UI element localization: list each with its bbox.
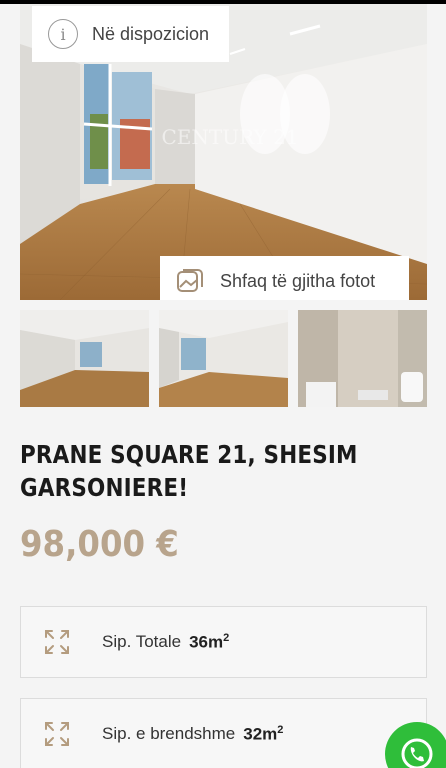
feature-label: Sip. e brendshme <box>102 724 236 743</box>
feature-value-unit: 2 <box>277 723 284 736</box>
watermark-logo: CENTURY 21 <box>161 125 298 149</box>
listing-title: PRANE SQUARE 21, SHESIM GARSONIERE! <box>20 438 364 504</box>
show-all-photos-button[interactable]: Shfaq të gjitha fotot <box>160 256 409 300</box>
feature-value: 36m2 <box>189 632 229 653</box>
listing-title-line-1: PRANE SQUARE 21, SHESIM <box>20 440 358 469</box>
feature-value-unit: 2 <box>223 631 230 644</box>
expand-arrows-icon <box>45 630 69 654</box>
thumbnail-3-image <box>298 310 427 407</box>
thumbnail-2[interactable] <box>159 310 288 407</box>
show-all-photos-label: Shfaq të gjitha fotot <box>220 270 376 291</box>
thumbnail-1-image <box>20 310 149 407</box>
whatsapp-icon <box>401 738 433 768</box>
main-photo[interactable]: CENTURY 21 i Në dispozicion Shfaq të gji… <box>20 4 427 300</box>
availability-badge: i Në dispozicion <box>32 6 229 62</box>
feature-value-number: 36m <box>189 632 224 652</box>
thumbnail-3[interactable] <box>298 310 427 407</box>
thumbnail-2-image <box>159 310 288 407</box>
listing-price: 98,000 € <box>20 524 179 565</box>
feature-total-area: Sip. Totale 36m2 <box>20 606 427 678</box>
info-icon: i <box>48 19 78 49</box>
listing-title-line-2: GARSONIERE! <box>20 473 189 502</box>
listing-page: CENTURY 21 i Në dispozicion Shfaq të gji… <box>0 0 446 768</box>
feature-label: Sip. Totale <box>102 632 182 651</box>
expand-arrows-icon <box>45 722 69 746</box>
feature-value: 32m2 <box>243 724 283 745</box>
feature-interior-area: Sip. e brendshme 32m2 <box>20 698 427 768</box>
availability-text: Në dispozicion <box>92 23 210 44</box>
gallery-icon <box>177 269 203 292</box>
thumbnail-1[interactable] <box>20 310 149 407</box>
feature-value-number: 32m <box>243 724 278 744</box>
